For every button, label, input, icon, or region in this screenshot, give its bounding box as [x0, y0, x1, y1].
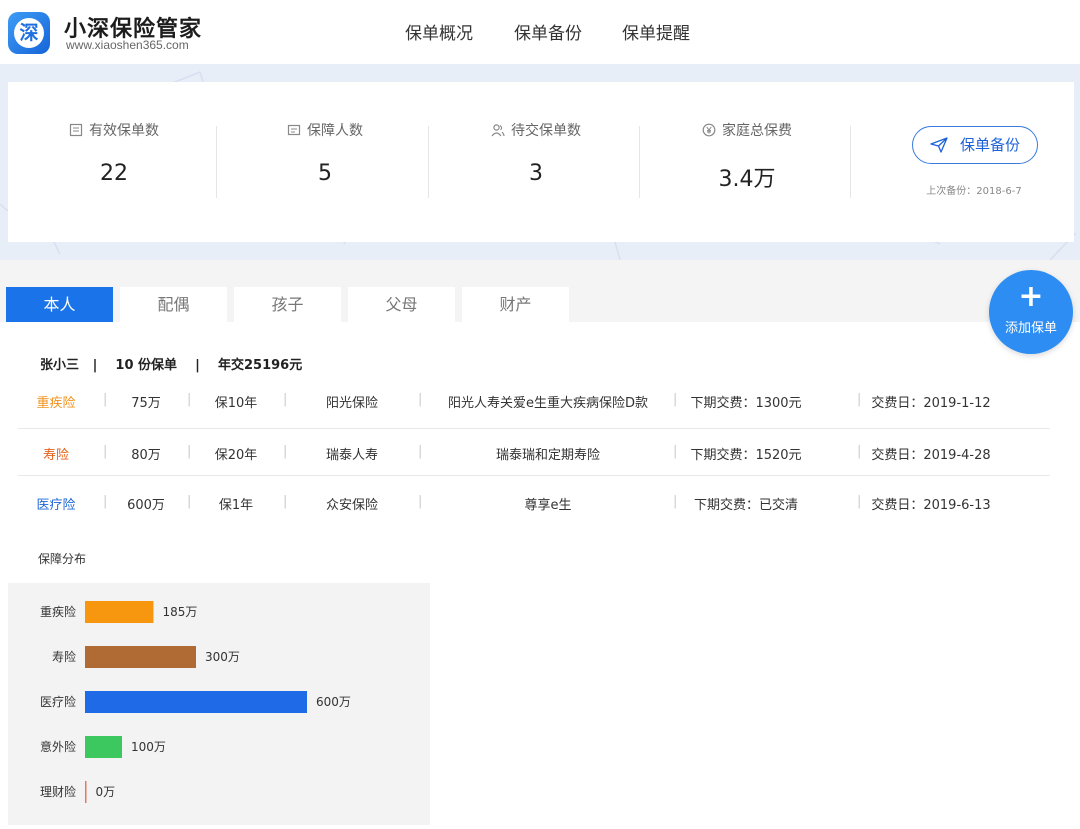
category-label: 寿险 — [52, 649, 76, 664]
stat-value: 3 — [529, 161, 543, 186]
bar[interactable] — [85, 601, 154, 623]
policy-next-payment: 下期交费：已交清 — [693, 498, 798, 513]
separator: | — [418, 444, 423, 459]
policy-pay-date: 交费日：2019-4-28 — [871, 448, 991, 463]
value-label: 100万 — [131, 740, 166, 754]
divider — [850, 126, 851, 198]
policy-summary: 张小三 | 10 份保单 | 年交25196元 — [40, 358, 303, 373]
category-label: 医疗险 — [40, 694, 76, 709]
category-label: 重疾险 — [40, 604, 76, 619]
stat-label: 保障人数 — [307, 123, 363, 139]
tab-self[interactable]: 本人 — [6, 287, 113, 322]
separator: | — [103, 392, 108, 407]
policy-amount: 600万 — [127, 498, 165, 513]
add-policy-button[interactable]: + 添加保单 — [989, 270, 1073, 354]
bar[interactable] — [85, 781, 87, 803]
category-label: 理财险 — [40, 784, 76, 799]
separator: | — [673, 392, 678, 407]
separator: | — [418, 392, 423, 407]
stat-insured-people: 保障人数 5 — [219, 82, 431, 242]
separator: | — [103, 494, 108, 509]
policy-term: 保10年 — [214, 396, 258, 411]
separator: | — [857, 444, 862, 459]
separator: | — [187, 392, 192, 407]
value-label: 185万 — [162, 605, 197, 619]
category-label: 意外险 — [40, 739, 76, 754]
tab-children[interactable]: 孩子 — [234, 287, 341, 322]
stat-pending-policies: 待交保单数 3 — [430, 82, 642, 242]
policy-pay-date: 交费日：2019-6-13 — [871, 498, 991, 513]
policy-type: 重疾险 — [36, 396, 76, 411]
users-icon — [491, 124, 505, 137]
policy-backup-button[interactable]: 保单备份 — [912, 126, 1038, 164]
value-label: 0万 — [96, 785, 116, 799]
backup-button-label: 保单备份 — [959, 136, 1020, 154]
separator: | — [283, 494, 288, 509]
separator: | — [857, 494, 862, 509]
document-icon — [69, 123, 83, 137]
stat-value: 22 — [100, 161, 128, 186]
app-logo-icon[interactable]: 深 — [8, 12, 50, 54]
send-icon — [930, 137, 948, 153]
stats-card: 有效保单数 22 保障人数 5 待交保单数 3 家庭总保费 3.4万 保单备份 … — [8, 82, 1074, 242]
yen-icon — [702, 123, 716, 137]
app-url: www.xiaoshen365.com — [66, 38, 189, 52]
chart-title: 保障分布 — [38, 552, 87, 566]
separator: | — [673, 494, 678, 509]
bar[interactable] — [85, 646, 196, 668]
stat-label: 家庭总保费 — [722, 123, 792, 139]
separator: | — [283, 392, 288, 407]
plus-icon: + — [1018, 279, 1044, 314]
policy-term: 保20年 — [214, 448, 258, 463]
value-label: 300万 — [205, 650, 240, 664]
tab-property[interactable]: 财产 — [462, 287, 569, 322]
stat-value: 5 — [318, 161, 332, 186]
bar[interactable] — [85, 691, 307, 713]
tab-parents[interactable]: 父母 — [348, 287, 455, 322]
policy-amount: 75万 — [131, 396, 161, 411]
policy-type: 医疗险 — [36, 498, 76, 513]
divider — [428, 126, 429, 198]
policy-next-payment: 下期交费：1520元 — [690, 448, 802, 463]
divider — [639, 126, 640, 198]
policy-product[interactable]: 瑞泰瑞和定期寿险 — [430, 444, 666, 463]
bar[interactable] — [85, 736, 122, 758]
separator: | — [418, 494, 423, 509]
nav-policy-overview[interactable]: 保单概况 — [405, 19, 473, 44]
coverage-chart-svg: 重疾险 185万寿险 300万医疗险 600万意外险 100万理财险 0万 — [40, 601, 351, 803]
logo-char: 深 — [14, 18, 44, 48]
top-header: 深 小深保险管家 www.xiaoshen365.com 保单概况 保单备份 保… — [0, 0, 1080, 64]
row-divider — [18, 475, 1050, 476]
policy-company: 阳光保险 — [325, 396, 378, 411]
separator: | — [673, 444, 678, 459]
add-policy-label: 添加保单 — [1004, 321, 1057, 336]
separator: | — [283, 444, 288, 459]
policy-amount: 80万 — [131, 448, 161, 463]
stat-family-premium: 家庭总保费 3.4万 — [641, 82, 853, 242]
nav-policy-reminder[interactable]: 保单提醒 — [622, 19, 690, 44]
coverage-distribution-chart: 重疾险 185万寿险 300万医疗险 600万意外险 100万理财险 0万 — [8, 583, 430, 825]
policy-product[interactable]: 阳光人寿关爱e生重大疾病保险D款 — [430, 392, 666, 411]
last-backup-date: 上次备份：2018-6-7 — [926, 186, 1022, 197]
policy-company: 瑞泰人寿 — [325, 448, 378, 463]
separator: | — [187, 444, 192, 459]
separator: | — [103, 444, 108, 459]
policy-company: 众安保险 — [325, 498, 378, 513]
id-card-icon — [287, 124, 301, 136]
stat-label: 有效保单数 — [89, 123, 159, 139]
policy-pay-date: 交费日：2019-1-12 — [871, 396, 991, 411]
policy-type: 寿险 — [42, 448, 69, 463]
stat-value: 3.4万 — [718, 167, 776, 192]
separator: | — [857, 392, 862, 407]
tab-spouse[interactable]: 配偶 — [120, 287, 227, 322]
stat-valid-policies: 有效保单数 22 — [8, 82, 220, 242]
value-label: 600万 — [316, 695, 351, 709]
policy-product[interactable]: 尊享e生 — [430, 494, 666, 513]
stat-label: 待交保单数 — [511, 123, 581, 139]
policy-term: 保1年 — [218, 498, 254, 513]
policy-next-payment: 下期交费：1300元 — [690, 396, 802, 411]
divider — [216, 126, 217, 198]
separator: | — [187, 494, 192, 509]
nav-policy-backup[interactable]: 保单备份 — [514, 19, 582, 44]
